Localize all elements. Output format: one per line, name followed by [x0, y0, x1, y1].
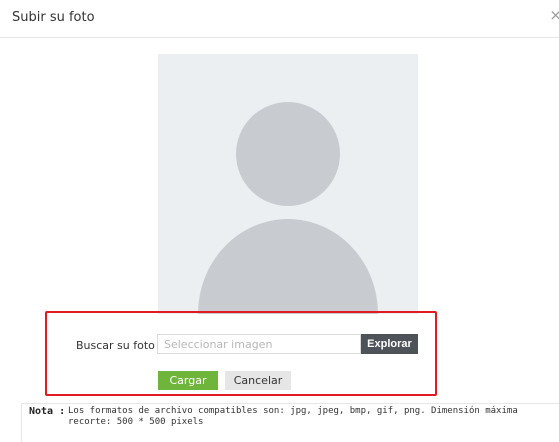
upload-button[interactable]: Cargar — [158, 371, 218, 390]
file-path-input[interactable] — [157, 334, 361, 354]
dialog-title: Subir su foto — [12, 10, 95, 25]
note-box: Nota : Los formatos de archivo compatibl… — [21, 403, 559, 442]
note-label: Nota : — [29, 406, 66, 417]
explore-button[interactable]: Explorar — [361, 334, 418, 354]
dialog-header: Subir su foto × — [0, 0, 559, 38]
avatar-head-shape — [236, 102, 340, 206]
avatar-body-shape — [198, 219, 378, 314]
upload-photo-dialog: Subir su foto × Buscar su foto Explorar … — [0, 0, 559, 442]
avatar-placeholder — [158, 54, 418, 314]
note-text: Los formatos de archivo compatibles son:… — [68, 406, 518, 427]
close-icon[interactable]: × — [549, 8, 559, 23]
browse-photo-label: Buscar su foto — [76, 339, 155, 352]
cancel-button[interactable]: Cancelar — [225, 371, 291, 390]
